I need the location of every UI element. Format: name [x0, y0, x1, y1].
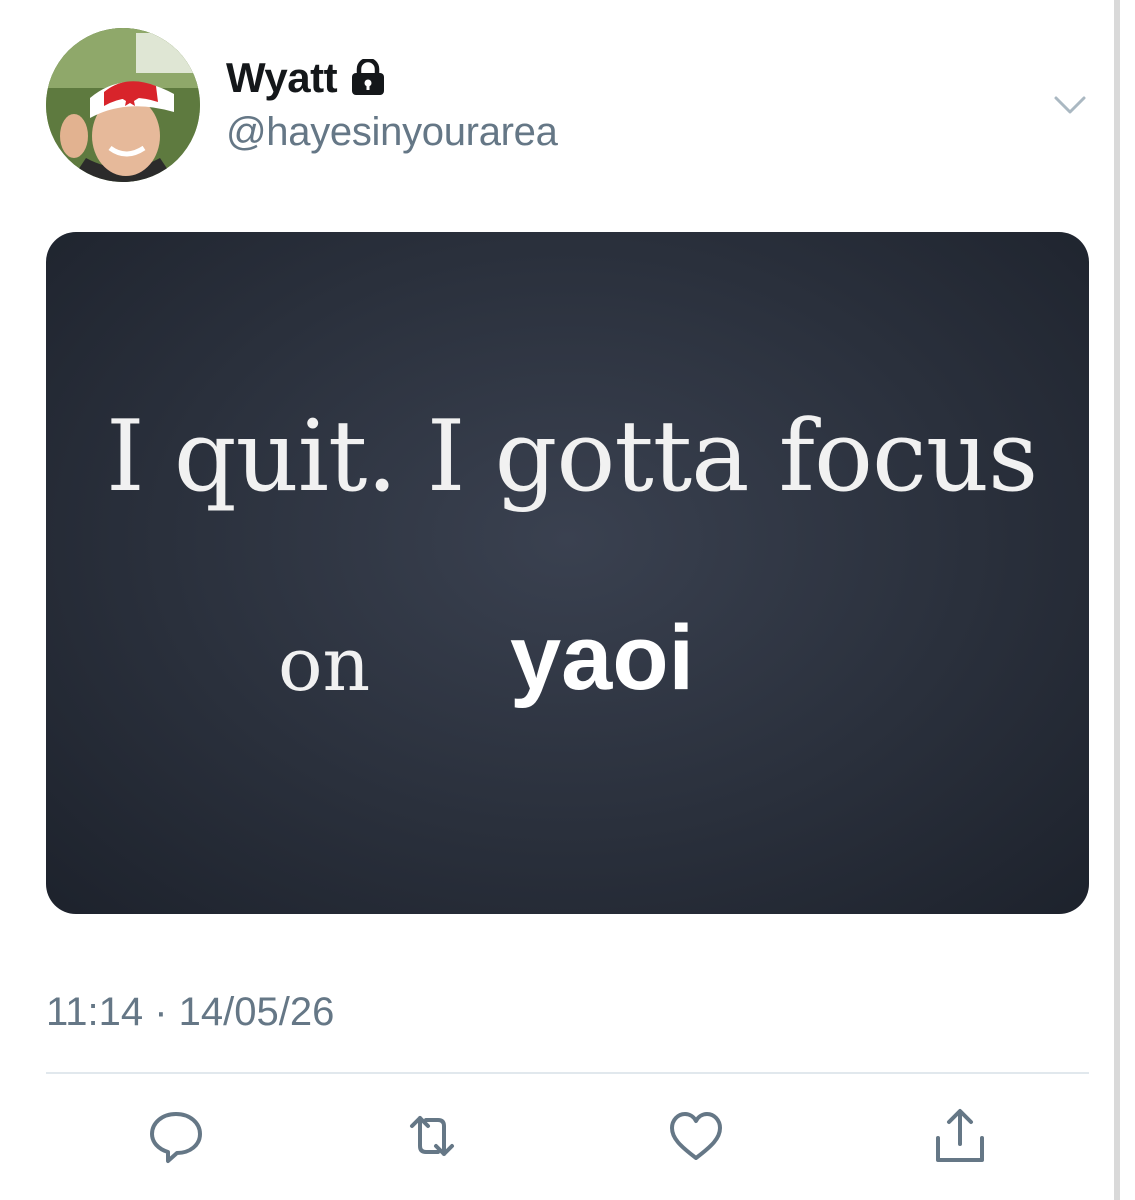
retweet-button[interactable]	[402, 1106, 462, 1166]
like-icon	[670, 1112, 722, 1160]
like-button[interactable]	[666, 1106, 726, 1166]
lock-icon	[349, 57, 387, 97]
tweet-timestamp[interactable]: 11:14 · 14/05/26	[46, 990, 334, 1035]
chevron-down-icon[interactable]	[1050, 88, 1090, 122]
scrollbar[interactable]	[1114, 0, 1120, 1200]
display-name[interactable]: Wyatt	[226, 54, 338, 102]
user-name-row[interactable]: Wyatt	[226, 52, 387, 104]
media-caption-yaoi: yaoi	[510, 607, 695, 709]
divider	[46, 1072, 1089, 1074]
share-button[interactable]	[930, 1106, 990, 1166]
media-caption-line1: I quit. I gotta focus	[106, 400, 1038, 514]
share-icon	[936, 1109, 984, 1162]
retweet-icon	[410, 1116, 454, 1156]
tweet-media-image[interactable]: I quit. I gotta focus on yaoi	[46, 232, 1089, 914]
reply-button[interactable]	[146, 1106, 206, 1166]
reply-icon	[150, 1112, 202, 1163]
avatar[interactable]	[46, 28, 200, 182]
media-caption-on: on	[278, 622, 371, 708]
user-handle[interactable]: @hayesinyourarea	[226, 110, 558, 155]
